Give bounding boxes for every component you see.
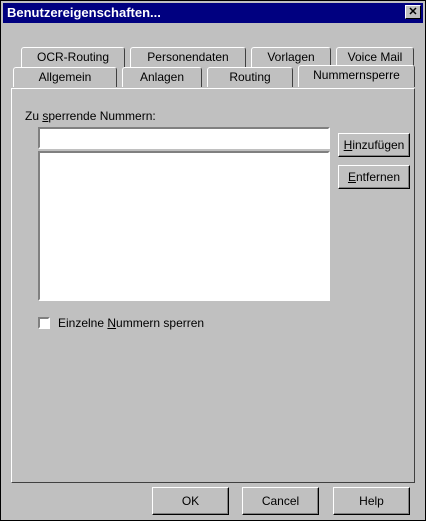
single-block-accel: N (107, 316, 117, 330)
dialog-window: Benutzereigenschaften... ✕ OCR-Routing P… (0, 0, 426, 521)
numbers-label-text: Zu (25, 109, 43, 123)
tab-label: Personendaten (147, 50, 229, 64)
add-button-label: inzufügen (352, 138, 405, 152)
ok-button-label: OK (181, 494, 200, 508)
ok-button[interactable]: OK (152, 487, 229, 515)
close-icon: ✕ (408, 6, 418, 18)
tab-allgemein[interactable]: Allgemein (13, 67, 117, 87)
help-button-label: Help (359, 494, 384, 508)
tab-ocr-routing[interactable]: OCR-Routing (21, 47, 125, 67)
remove-button[interactable]: Entfernen (338, 165, 410, 189)
tab-nummernsperre[interactable]: Nummernsperre (298, 65, 415, 87)
tab-label: Voice Mail (347, 50, 403, 64)
tab-label: OCR-Routing (36, 50, 110, 64)
single-block-text: Einzelne (58, 316, 108, 330)
cancel-button[interactable]: Cancel (242, 487, 319, 515)
tab-label: Routing (229, 70, 271, 84)
single-block-checkbox[interactable] (38, 317, 50, 329)
numbers-label-text: perrende Nummern: (48, 109, 156, 123)
single-block-text: ummern sperren (116, 316, 205, 330)
close-button[interactable]: ✕ (405, 5, 421, 19)
tab-label: Allgemein (38, 70, 92, 84)
tab-panel-nummernsperre: Zu sperrende Nummern: Hinzufügen Entfern… (11, 88, 415, 483)
tab-label: Anlagen (139, 70, 185, 84)
add-button[interactable]: Hinzufügen (338, 133, 410, 157)
cancel-button-label: Cancel (261, 494, 300, 508)
tab-routing[interactable]: Routing (207, 67, 293, 87)
single-block-label[interactable]: Einzelne Nummern sperren (58, 316, 204, 330)
tab-label: Nummernsperre (313, 68, 400, 82)
tab-personendaten[interactable]: Personendaten (130, 47, 246, 67)
remove-button-label: ntfernen (355, 170, 401, 184)
title-bar[interactable]: Benutzereigenschaften... ✕ (3, 3, 423, 23)
help-button[interactable]: Help (333, 487, 410, 515)
number-input[interactable] (38, 127, 330, 149)
remove-button-accel: E (347, 170, 356, 184)
tab-anlagen[interactable]: Anlagen (122, 67, 202, 87)
numbers-list[interactable] (38, 151, 330, 301)
tab-voice-mail[interactable]: Voice Mail (336, 47, 414, 67)
tab-label: Vorlagen (267, 50, 315, 64)
add-button-accel: H (343, 138, 353, 152)
window-title: Benutzereigenschaften... (7, 5, 161, 20)
tab-vorlagen[interactable]: Vorlagen (251, 47, 331, 67)
numbers-label: Zu sperrende Nummern: (25, 109, 156, 123)
